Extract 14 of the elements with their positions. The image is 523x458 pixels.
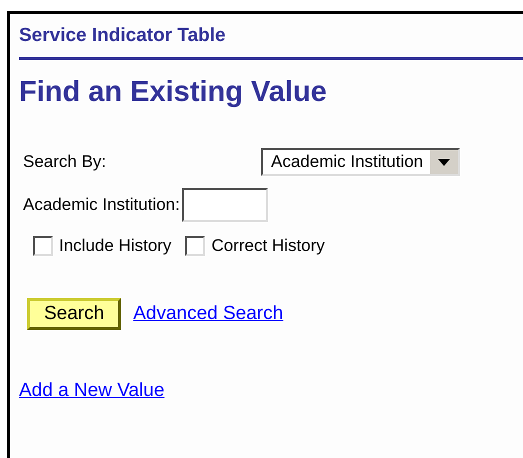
page-heading: Find an Existing Value — [19, 75, 328, 110]
checkbox[interactable] — [33, 236, 53, 256]
checkbox[interactable] — [185, 236, 206, 256]
search-by-dropdown[interactable]: Academic Institution — [261, 148, 460, 176]
page-title: Service Indicator Table — [19, 24, 227, 48]
advanced-search-link[interactable]: Advanced Search — [133, 303, 284, 325]
caret-icon — [438, 158, 450, 166]
field-label: Academic Institution: — [22, 195, 180, 215]
search-button[interactable]: Search — [27, 298, 122, 330]
checkbox-label: Correct History — [211, 236, 325, 256]
field-label: Search By: — [22, 152, 108, 172]
checkbox-label: Include History — [59, 236, 172, 256]
add-new-value-link[interactable]: Add a New Value — [19, 380, 164, 402]
input-field[interactable] — [182, 188, 268, 222]
